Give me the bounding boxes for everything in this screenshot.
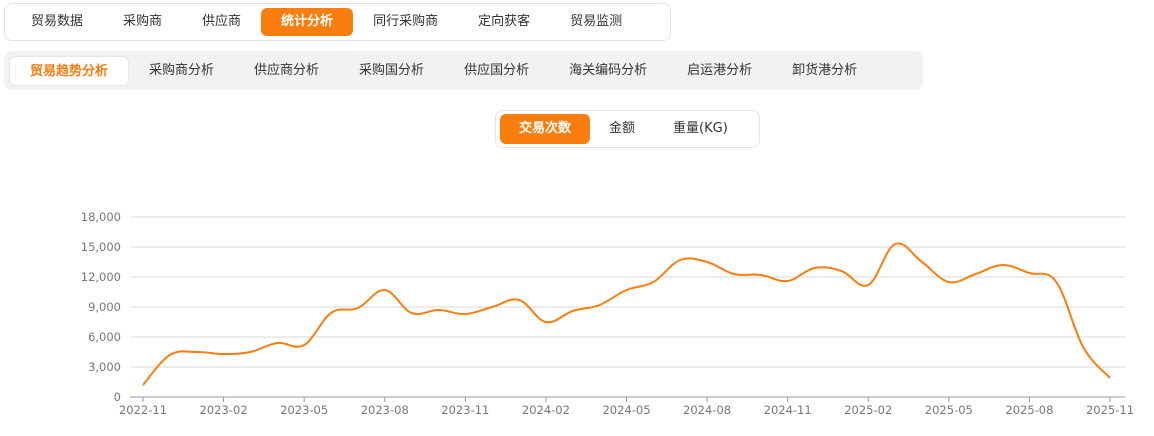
data-point[interactable]	[516, 297, 522, 303]
chart-grid	[130, 216, 1125, 398]
data-point[interactable]	[435, 307, 441, 313]
chart-series	[140, 241, 1113, 388]
data-point[interactable]	[543, 319, 549, 325]
analysis-tab-7[interactable]: 卸货港分析	[772, 56, 877, 86]
y-tick-label: 15,000	[81, 240, 121, 254]
top-tab-6[interactable]: 贸易监测	[550, 8, 642, 36]
data-point[interactable]	[597, 302, 603, 308]
data-point[interactable]	[1026, 270, 1032, 276]
analysis-tab-bar: 贸易趋势分析 采购商分析 供应商分析 采购国分析 供应国分析 海关编码分析 启运港分析 卸货港…	[4, 51, 923, 90]
x-tick-label: 2025-02	[844, 403, 892, 417]
data-point[interactable]	[194, 349, 200, 355]
data-point[interactable]	[489, 304, 495, 310]
data-point[interactable]	[838, 268, 844, 274]
data-point[interactable]	[328, 310, 334, 316]
analysis-tab-4[interactable]: 供应国分析	[444, 56, 549, 86]
x-tick-label: 2024-02	[522, 403, 570, 417]
x-tick-label: 2023-02	[200, 403, 248, 417]
metric-tab-0[interactable]: 交易次数	[500, 114, 591, 144]
data-point[interactable]	[758, 272, 764, 278]
y-tick-label: 3,000	[88, 360, 121, 374]
data-point[interactable]	[462, 311, 468, 317]
analysis-tab-0[interactable]: 贸易趋势分析	[9, 55, 130, 86]
data-point[interactable]	[355, 305, 361, 311]
top-tab-4[interactable]: 同行采购商	[353, 8, 458, 36]
data-point[interactable]	[1080, 344, 1086, 350]
top-tab-1[interactable]: 采购商	[103, 8, 182, 36]
data-point[interactable]	[1107, 375, 1113, 381]
data-point[interactable]	[704, 259, 710, 265]
data-point[interactable]	[221, 351, 227, 357]
top-tab-0[interactable]: 贸易数据	[11, 8, 103, 36]
y-tick-label: 0	[114, 390, 121, 404]
analysis-tab-3[interactable]: 采购国分析	[339, 56, 444, 86]
metric-selector: 交易次数 金额 重量(KG)	[495, 110, 760, 148]
data-point[interactable]	[409, 310, 415, 316]
y-axis-ticks: 0 3,000 6,000 9,000 12,000 15,000 18,000	[81, 210, 121, 404]
data-point[interactable]	[865, 282, 871, 288]
top-tab-3[interactable]: 统计分析	[261, 8, 354, 36]
analysis-tab-1[interactable]: 采购商分析	[129, 56, 234, 86]
y-tick-label: 9,000	[88, 300, 121, 314]
primary-tab-bar: 贸易数据 采购商 供应商 统计分析 同行采购商 定向获客 贸易监测	[4, 3, 671, 41]
y-tick-label: 6,000	[88, 330, 121, 344]
data-point[interactable]	[731, 271, 737, 277]
top-tab-5[interactable]: 定向获客	[458, 8, 550, 36]
data-point[interactable]	[677, 257, 683, 263]
x-tick-label: 2023-11	[441, 403, 489, 417]
y-tick-label: 18,000	[81, 210, 121, 224]
x-axis: 2022-11 2023-02 2023-05 2023-08 2023-11 2024-…	[119, 397, 1134, 417]
x-tick-label: 2025-08	[1005, 403, 1053, 417]
analysis-tab-6[interactable]: 启运港分析	[667, 56, 772, 86]
data-point[interactable]	[382, 287, 388, 293]
data-point[interactable]	[919, 259, 925, 265]
metric-tab-2[interactable]: 重量(KG)	[654, 114, 747, 144]
analysis-tab-2[interactable]: 供应商分析	[234, 56, 339, 86]
x-tick-label: 2023-05	[280, 403, 328, 417]
x-tick-label: 2025-05	[925, 403, 973, 417]
data-point[interactable]	[973, 271, 979, 277]
metric-tab-1[interactable]: 金额	[590, 114, 654, 144]
data-point[interactable]	[946, 279, 952, 285]
data-point[interactable]	[167, 352, 173, 358]
x-tick-label: 2025-11	[1086, 403, 1134, 417]
data-point[interactable]	[570, 308, 576, 314]
data-point[interactable]	[140, 382, 146, 388]
analysis-tab-5[interactable]: 海关编码分析	[549, 56, 667, 86]
data-point[interactable]	[301, 342, 307, 348]
top-tab-2[interactable]: 供应商	[182, 8, 261, 36]
x-tick-label: 2024-08	[683, 403, 731, 417]
data-point[interactable]	[274, 340, 280, 346]
data-point[interactable]	[1000, 262, 1006, 268]
trade-trend-line-chart: 0 3,000 6,000 9,000 12,000 15,000 18,000 2022-…	[81, 210, 1134, 417]
x-tick-label: 2022-11	[119, 403, 167, 417]
data-point[interactable]	[247, 349, 253, 355]
data-point[interactable]	[1053, 279, 1059, 285]
data-point[interactable]	[812, 265, 818, 271]
x-tick-label: 2023-08	[361, 403, 409, 417]
data-point[interactable]	[650, 279, 656, 285]
x-tick-label: 2024-11	[764, 403, 812, 417]
y-tick-label: 12,000	[81, 270, 121, 284]
data-point[interactable]	[624, 287, 630, 293]
data-point[interactable]	[785, 278, 791, 284]
data-point[interactable]	[892, 241, 898, 247]
x-tick-label: 2024-05	[602, 403, 650, 417]
series-line-0	[142, 242, 1111, 386]
